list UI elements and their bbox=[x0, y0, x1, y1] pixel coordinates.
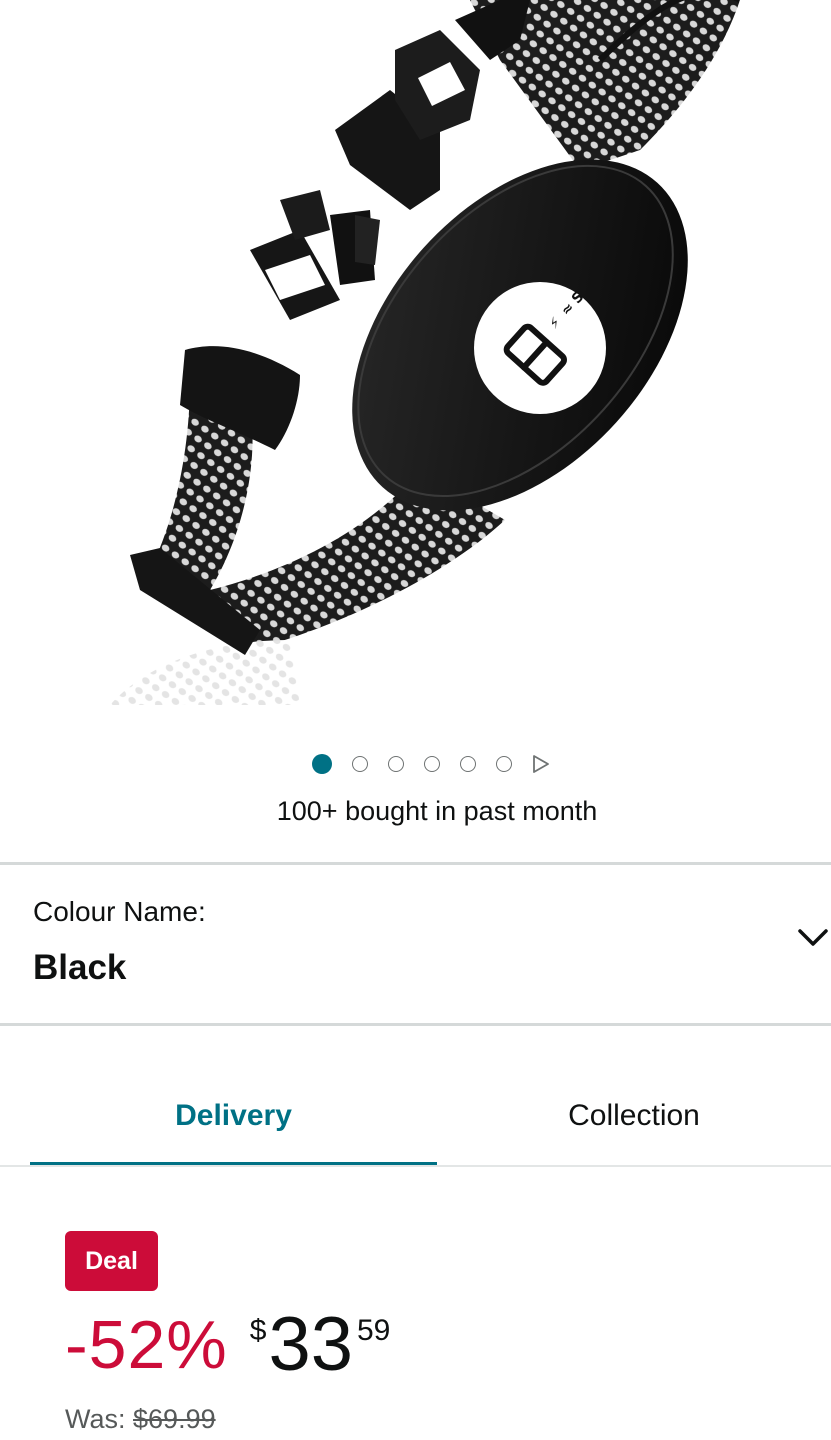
carousel-dot-4[interactable] bbox=[423, 756, 440, 772]
tabs-divider bbox=[0, 1165, 831, 1167]
divider bbox=[0, 1023, 831, 1026]
deal-badge: Deal bbox=[65, 1231, 158, 1291]
carousel-dot-2[interactable] bbox=[351, 756, 368, 772]
video-play-icon[interactable] bbox=[532, 754, 550, 774]
carousel-dot-1[interactable] bbox=[311, 754, 332, 774]
carousel-dot-6[interactable] bbox=[495, 756, 512, 772]
tab-delivery[interactable]: Delivery bbox=[30, 1068, 437, 1164]
was-label: Was: bbox=[65, 1404, 126, 1434]
was-price-value: $69.99 bbox=[133, 1404, 216, 1434]
collar-illustration: ⚡ ≈ S bbox=[110, 0, 740, 705]
image-carousel-indicator[interactable] bbox=[0, 752, 831, 776]
was-price: Was: $69.99 bbox=[65, 1404, 216, 1435]
product-image[interactable]: ⚡ ≈ S bbox=[0, 0, 831, 710]
divider bbox=[0, 862, 831, 865]
price-fraction: 59 bbox=[356, 1314, 391, 1347]
colour-value: Black bbox=[33, 948, 127, 987]
fulfilment-tabs: Delivery Collection bbox=[30, 1068, 831, 1168]
price-currency-symbol: $ bbox=[249, 1314, 267, 1347]
chevron-down-icon[interactable] bbox=[796, 922, 831, 952]
price-whole: 33 bbox=[268, 1302, 353, 1387]
tab-collection[interactable]: Collection bbox=[437, 1068, 831, 1164]
colour-variation-selector[interactable]: Colour Name: Black bbox=[0, 866, 831, 1024]
carousel-dot-3[interactable] bbox=[387, 756, 404, 772]
price-block: -52% $ 33 59 bbox=[65, 1300, 390, 1390]
carousel-dot-5[interactable] bbox=[459, 756, 476, 772]
discount-percentage: -52% bbox=[65, 1307, 228, 1383]
colour-label: Colour Name: bbox=[33, 896, 206, 927]
bought-count-text: 100+ bought in past month bbox=[276, 796, 598, 826]
